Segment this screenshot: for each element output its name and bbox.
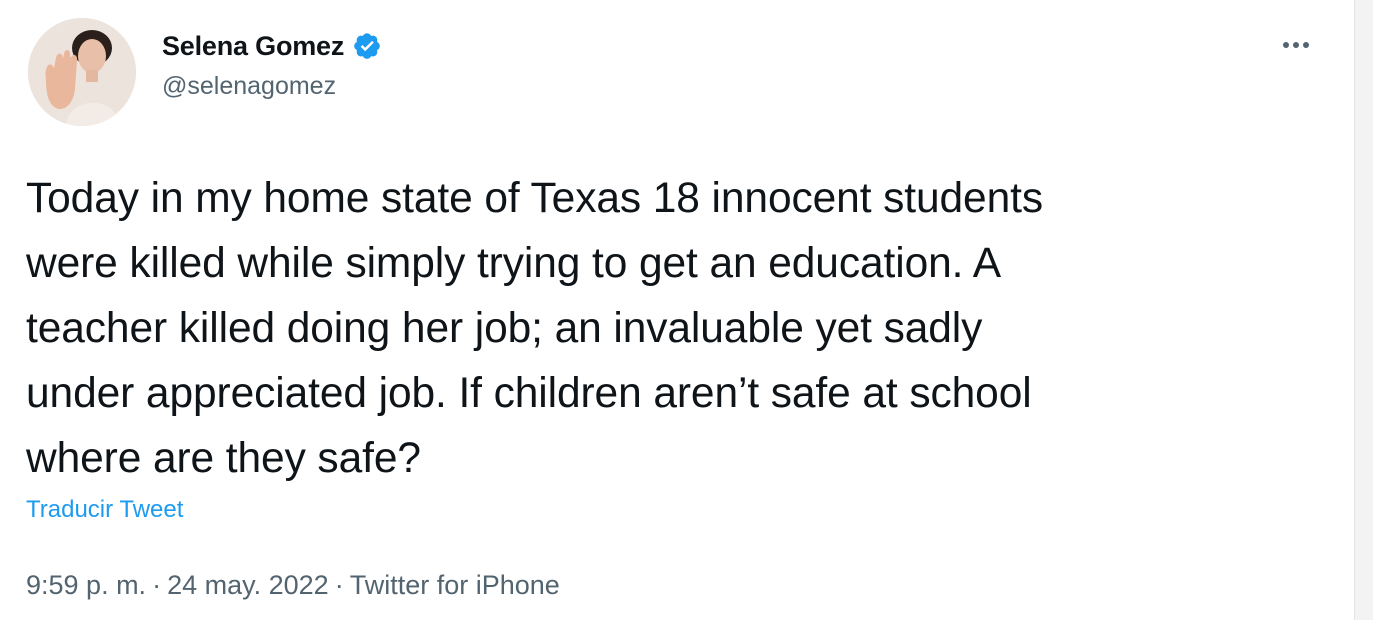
verified-badge-icon — [352, 31, 382, 61]
more-options-button[interactable] — [1276, 30, 1316, 60]
display-name[interactable]: Selena Gomez — [162, 31, 344, 62]
avatar-photo — [28, 18, 136, 126]
meta-separator: · — [152, 570, 162, 600]
scroll-edge — [1354, 0, 1373, 620]
tweet-source: Twitter for iPhone — [349, 570, 560, 600]
tweet-time[interactable]: 9:59 p. m. — [26, 570, 146, 601]
user-handle[interactable]: @selenagomez — [162, 72, 382, 101]
avatar[interactable] — [28, 18, 136, 126]
tweet-metadata: 9:59 p. m. · 24 may. 2022 · Twitter for … — [26, 570, 560, 601]
tweet-text: Today in my home state of Texas 18 innoc… — [26, 175, 1043, 482]
translate-tweet-link[interactable]: Traducir Tweet — [26, 496, 183, 524]
user-info: Selena Gomez @selenagomez — [162, 28, 382, 101]
name-row: Selena Gomez — [162, 28, 382, 64]
tweet-card: Selena Gomez @selenagomez Today in my ho… — [0, 0, 1373, 620]
tweet-date[interactable]: 24 may. 2022 — [167, 570, 329, 601]
more-options-icon — [1283, 42, 1309, 48]
meta-separator: · — [334, 570, 344, 600]
